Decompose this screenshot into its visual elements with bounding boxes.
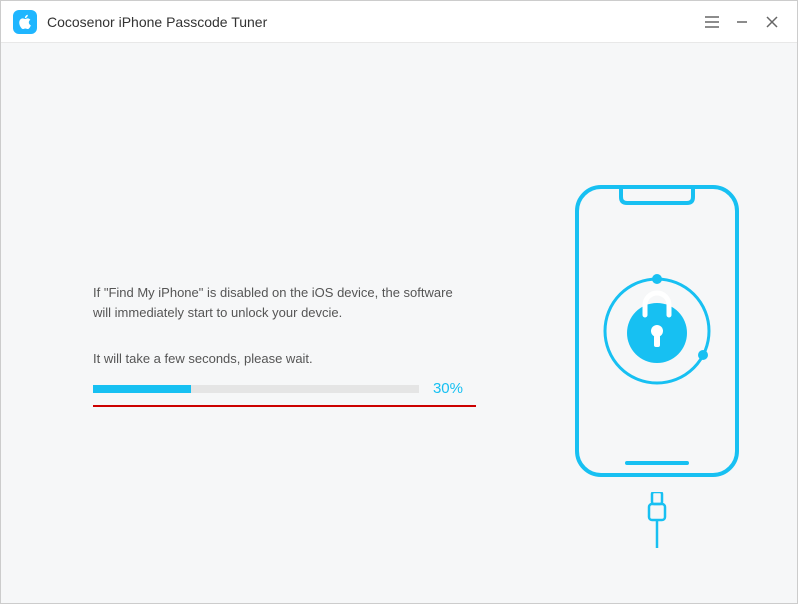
- underline-highlight: [93, 405, 476, 407]
- progress-percent: 30%: [433, 380, 463, 397]
- cable-icon: [572, 492, 742, 548]
- progress-row: 30%: [93, 380, 463, 397]
- app-title: Cocosenor iPhone Passcode Tuner: [47, 14, 267, 30]
- phone-icon: [573, 183, 741, 479]
- minimize-icon: [736, 16, 748, 28]
- progress-panel: If "Find My iPhone" is disabled on the i…: [93, 283, 463, 407]
- apple-icon: [18, 14, 32, 30]
- app-window: Cocosenor iPhone Passcode Tuner If "Find…: [0, 0, 798, 604]
- content-area: If "Find My iPhone" is disabled on the i…: [1, 43, 797, 603]
- title-bar: Cocosenor iPhone Passcode Tuner: [1, 1, 797, 43]
- minimize-button[interactable]: [727, 7, 757, 37]
- menu-button[interactable]: [697, 7, 727, 37]
- menu-icon: [705, 16, 719, 28]
- info-message-2: It will take a few seconds, please wait.: [93, 351, 463, 366]
- app-logo: [13, 10, 37, 34]
- close-icon: [766, 16, 778, 28]
- progress-fill: [93, 385, 191, 393]
- close-button[interactable]: [757, 7, 787, 37]
- info-message-1: If "Find My iPhone" is disabled on the i…: [93, 283, 463, 323]
- phone-illustration: [572, 183, 742, 548]
- progress-bar: [93, 385, 419, 393]
